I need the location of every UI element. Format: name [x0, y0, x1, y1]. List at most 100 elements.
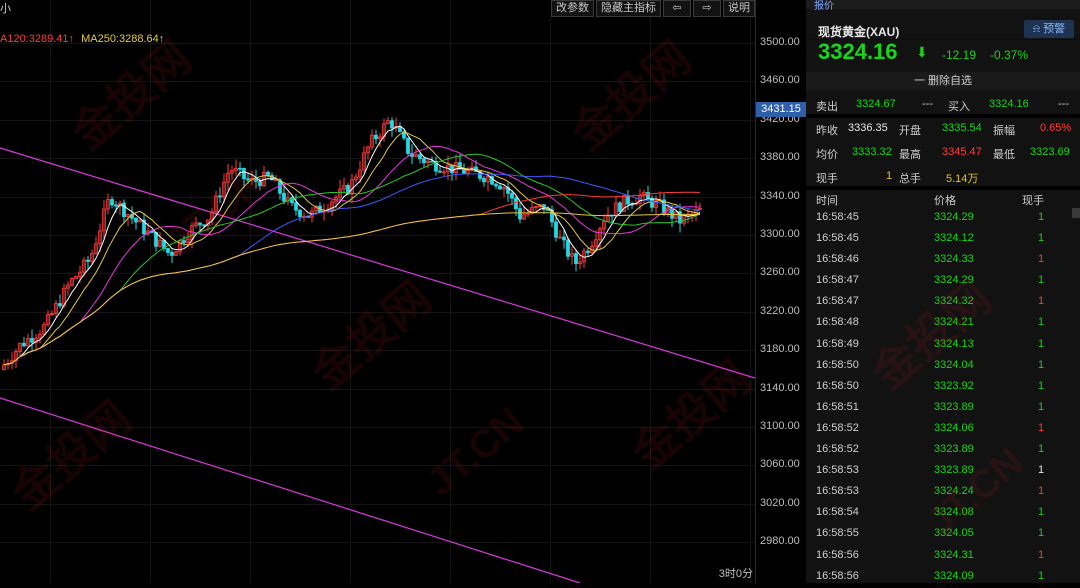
- candle-body: [166, 248, 170, 253]
- price-axis-label: 3260.00: [760, 266, 800, 279]
- tick-price: 3323.89: [934, 400, 974, 413]
- remove-watchlist-button[interactable]: 一 删除自选: [806, 72, 1080, 90]
- current-price-marker: 3431.15: [756, 102, 806, 117]
- tick-row: 16:58:45 3324.29 1: [806, 208, 1080, 229]
- scrollbar-handle[interactable]: [1072, 208, 1080, 218]
- candle-body: [258, 181, 262, 187]
- sell-label: 卖出: [816, 101, 838, 113]
- channel-line-lower: [0, 397, 581, 583]
- tick-volume: 1: [1038, 421, 1045, 434]
- tick-row: 16:58:56 3324.31 1: [806, 546, 1080, 567]
- low-label: 最低: [993, 149, 1015, 161]
- candle-body: [294, 202, 298, 211]
- open-value: 3335.54: [942, 122, 982, 134]
- price-axis-label: 3340.00: [760, 189, 800, 202]
- tick-price: 3323.89: [934, 464, 974, 477]
- tick-time: 16:58:56: [816, 548, 859, 561]
- tick-price: 3324.09: [934, 569, 974, 582]
- tick-row: 16:58:46 3324.33 1: [806, 250, 1080, 271]
- help-button[interactable]: 说明: [723, 0, 755, 17]
- prev-arrow-icon[interactable]: ⇦: [663, 0, 691, 17]
- last-price: 3324.16: [818, 39, 898, 64]
- high-value: 3345.47: [942, 146, 982, 158]
- quote-row: 3324.16 ⬇ -12.19 -0.37%: [806, 38, 1080, 66]
- sell-volume: ---: [922, 98, 933, 110]
- tick-volume: 1: [1038, 337, 1045, 350]
- ma120-line: [3, 191, 701, 366]
- tick-time: 16:58:47: [816, 274, 859, 287]
- tick-time: 16:58:56: [816, 569, 859, 582]
- candle-body: [242, 168, 246, 180]
- tick-volume: 1: [1038, 485, 1045, 498]
- candle-body: [574, 253, 578, 265]
- candle-body: [86, 259, 90, 262]
- panel-header: 现货黄金(XAU) ⍾ 预警: [806, 9, 1080, 40]
- tick-time: 16:58:47: [816, 295, 859, 308]
- alert-button[interactable]: ⍾ 预警: [1024, 20, 1074, 38]
- tick-time: 16:58:50: [816, 358, 859, 371]
- next-arrow-icon[interactable]: ⇨: [693, 0, 721, 17]
- tick-row: 16:58:49 3324.13 1: [806, 335, 1080, 356]
- buy-volume: ---: [1058, 98, 1069, 110]
- ticks-header-price: 价格: [934, 195, 956, 207]
- tick-volume: 1: [1038, 211, 1045, 223]
- candle-body: [430, 160, 434, 163]
- tick-volume: 1: [1038, 316, 1045, 329]
- candle-body: [274, 179, 278, 182]
- chart-canvas[interactable]: [0, 0, 755, 583]
- candle-body: [406, 137, 410, 154]
- tick-volume: 1: [1038, 569, 1045, 582]
- tick-row: 16:58:47 3324.29 1: [806, 271, 1080, 292]
- candle-body: [58, 303, 62, 307]
- candle-body: [282, 192, 286, 202]
- tick-volume: 1: [1038, 295, 1045, 308]
- tick-price: 3324.29: [934, 274, 974, 287]
- ticks-list[interactable]: 16:58:45 3324.29 1 16:58:45 3324.12 1 16:58:46…: [806, 208, 1080, 588]
- candle-body: [422, 158, 426, 164]
- candle-body: [134, 217, 138, 223]
- ticks-header-vol: 现手: [1022, 195, 1044, 207]
- tick-price: 3323.92: [934, 379, 974, 392]
- low-value: 3323.69: [1030, 146, 1070, 158]
- tick-price: 3324.33: [934, 253, 974, 266]
- tick-time: 16:58:53: [816, 464, 859, 477]
- candle-body: [198, 222, 202, 226]
- tick-row: 16:58:52 3323.89 1: [806, 440, 1080, 461]
- chart-corner-label: 小: [0, 3, 11, 15]
- edit-params-button[interactable]: 改参数: [551, 0, 594, 17]
- prev-close-value: 3336.35: [848, 122, 888, 134]
- hide-main-indicator-button[interactable]: 隐藏主指标: [596, 0, 661, 17]
- tick-time: 16:58:51: [816, 400, 859, 413]
- candle-body: [482, 178, 486, 183]
- price-axis-label: 3180.00: [760, 343, 800, 356]
- ticks-header: 时间 价格 现手: [806, 190, 1080, 207]
- current-vol-value: 1: [886, 170, 893, 182]
- tick-row: 16:58:47 3324.32 1: [806, 292, 1080, 313]
- tick-row: 16:58:50 3324.04 1: [806, 356, 1080, 377]
- candle-body: [170, 252, 174, 256]
- candle-body: [510, 192, 514, 199]
- price-change: -12.19: [942, 48, 977, 62]
- candlestick-chart[interactable]: 小 A120:3289.41↑ MA250:3288.64↑ 改参数 隐藏主指标…: [0, 0, 755, 583]
- candle-body: [498, 185, 502, 190]
- channel-line-upper: [0, 147, 755, 379]
- bell-icon: ⍾: [1032, 23, 1041, 35]
- candle-body: [494, 183, 498, 187]
- candle-body: [154, 232, 158, 247]
- tick-price: 3324.06: [934, 421, 974, 434]
- tick-volume: 1: [1038, 358, 1045, 371]
- tick-row: 16:58:53 3324.24 1: [806, 482, 1080, 503]
- price-axis-label: 3500.00: [760, 36, 800, 48]
- tick-volume: 1: [1038, 506, 1045, 519]
- price-axis: 3500.00 3460.00 3420.00 3380.00 3340.00 3300.…: [755, 0, 806, 583]
- tick-price: 3324.29: [934, 211, 974, 223]
- candle-body: [266, 171, 270, 176]
- candle-body: [566, 239, 570, 257]
- candle-body: [554, 221, 558, 238]
- candle-body: [450, 164, 454, 174]
- price-axis-label: 3060.00: [760, 458, 800, 471]
- price-change-percent: -0.37%: [990, 48, 1029, 62]
- tick-volume: 1: [1038, 548, 1045, 561]
- tick-row: 16:58:48 3324.21 1: [806, 313, 1080, 334]
- tick-price: 3324.32: [934, 295, 974, 308]
